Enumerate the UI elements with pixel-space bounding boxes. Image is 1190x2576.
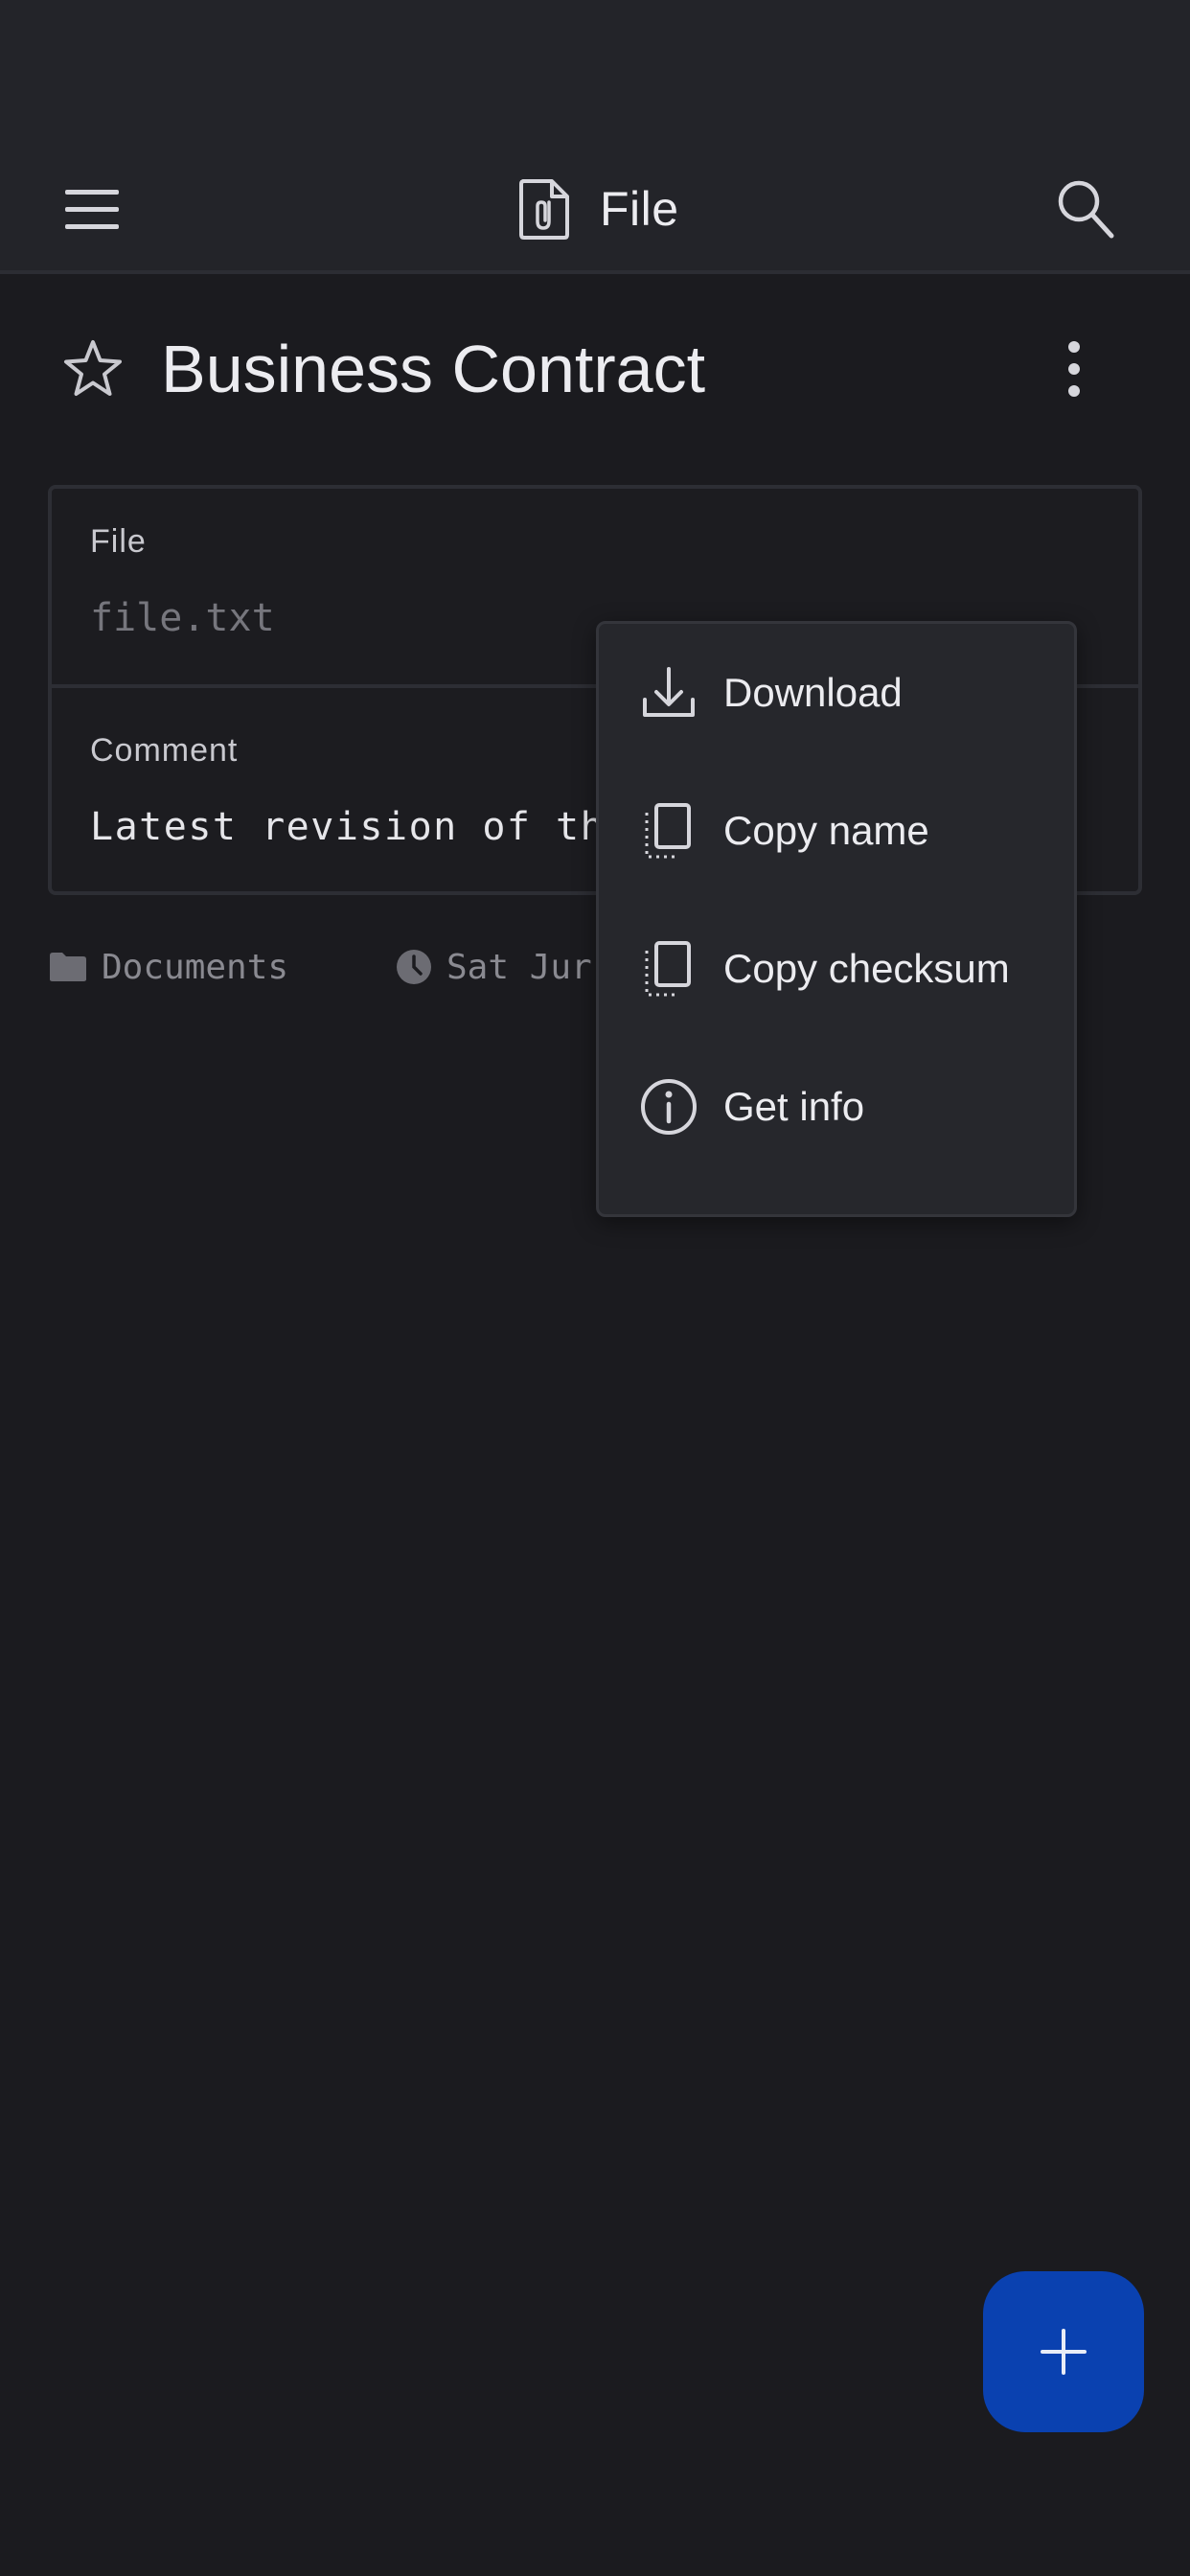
comment-field-label: Comment xyxy=(90,732,239,769)
menu-item-label: Download xyxy=(723,670,903,715)
status-bar-area xyxy=(0,0,1190,144)
more-vertical-icon xyxy=(1068,341,1080,397)
favorite-button[interactable] xyxy=(61,337,125,401)
comment-field-value: Latest revision of th xyxy=(90,805,606,849)
folder-name: Documents xyxy=(102,947,289,987)
copy-icon xyxy=(645,941,691,997)
add-fab-button[interactable] xyxy=(983,2271,1144,2432)
folder-link[interactable]: Documents xyxy=(48,943,288,991)
copy-icon xyxy=(645,803,691,859)
menu-item-download[interactable]: Download xyxy=(599,624,1074,762)
info-icon xyxy=(641,1079,697,1135)
document-title: Business Contract xyxy=(161,332,706,406)
menu-item-copy-checksum[interactable]: Copy checksum xyxy=(599,900,1074,1038)
top-app-bar: File xyxy=(0,144,1190,274)
modified-date: Sat Jur xyxy=(395,943,592,991)
file-field-label: File xyxy=(90,523,147,560)
star-outline-icon xyxy=(64,340,122,396)
menu-item-get-info[interactable]: Get info xyxy=(599,1038,1074,1176)
menu-item-label: Copy checksum xyxy=(723,946,1010,991)
file-field-value: file.txt xyxy=(90,596,275,640)
menu-item-label: Get info xyxy=(723,1084,865,1129)
search-icon xyxy=(1058,180,1114,239)
app-bar-title-group: File xyxy=(517,172,679,245)
file-attachment-icon xyxy=(519,179,569,240)
overflow-menu: Download Copy name Copy checksum Get inf… xyxy=(596,621,1077,1217)
clock-icon xyxy=(397,950,431,984)
search-button[interactable] xyxy=(1054,172,1117,245)
file-detail-screen: File Business Contract File file.txt Com… xyxy=(0,0,1190,2576)
modified-date-text: Sat Jur xyxy=(446,947,592,987)
more-options-button[interactable] xyxy=(1050,335,1098,402)
menu-item-label: Copy name xyxy=(723,808,929,853)
download-icon xyxy=(643,667,695,717)
hamburger-icon xyxy=(65,190,119,229)
plus-icon xyxy=(1041,2329,1087,2375)
menu-item-copy-name[interactable]: Copy name xyxy=(599,762,1074,900)
menu-button[interactable] xyxy=(61,182,123,236)
folder-icon xyxy=(50,953,86,981)
app-bar-title: File xyxy=(600,182,679,236)
